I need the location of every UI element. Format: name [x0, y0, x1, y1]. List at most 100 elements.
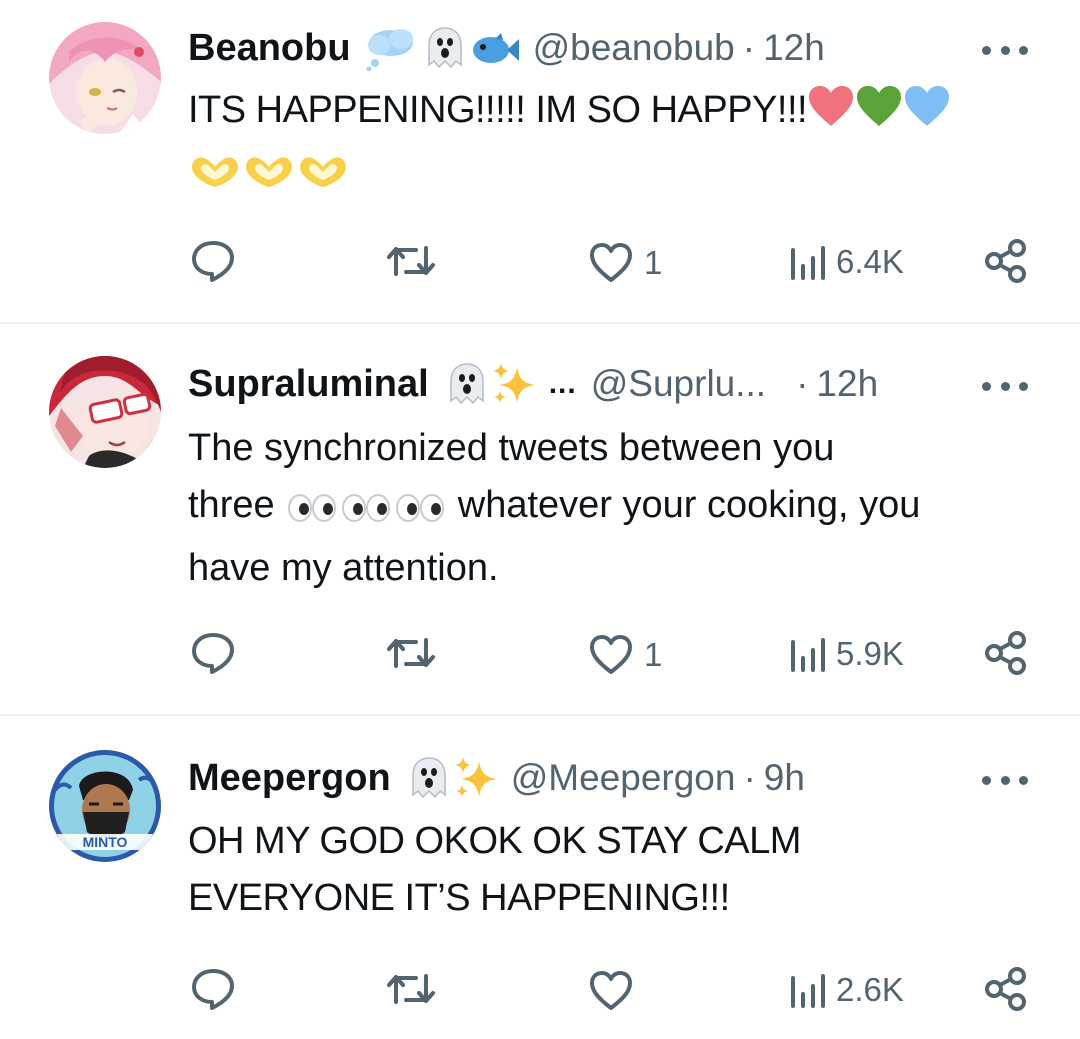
- views-count: 5.9K: [836, 635, 904, 672]
- blue-heart-emoji: [903, 84, 951, 145]
- retweet-icon: [386, 632, 436, 674]
- share-button[interactable]: [984, 966, 1028, 1012]
- more-dot-icon: [1019, 775, 1028, 785]
- retweet-button[interactable]: [386, 632, 446, 674]
- tweet-text: ITS HAPPENING!!!!! IM SO HAPPY!!!: [188, 82, 1048, 208]
- more-dot-icon: [982, 381, 991, 391]
- separator-dot: ·: [743, 757, 756, 798]
- more-dot-icon: [1019, 45, 1028, 55]
- sparkles-emoji: [453, 755, 499, 801]
- more-options-button[interactable]: [982, 366, 1028, 406]
- avatar-meepergon[interactable]: MINTO: [49, 750, 161, 862]
- more-dot-icon: [982, 775, 991, 785]
- tweet-text-line: The synchronized tweets between you: [188, 427, 835, 469]
- more-options-button[interactable]: [982, 760, 1028, 800]
- reply-icon: [190, 238, 236, 284]
- name-emojis: [443, 361, 537, 407]
- views-button[interactable]: 2.6K: [788, 970, 904, 1010]
- retweet-icon: [386, 240, 436, 282]
- name-emojis: [405, 755, 499, 801]
- more-dot-icon: [1000, 45, 1010, 55]
- more-dot-icon: [1000, 381, 1010, 391]
- tweet-meepergon[interactable]: MINTO Meepergon @Meepergon · 9h OH MY GO…: [0, 716, 1080, 1039]
- separator-dot: ·: [742, 27, 756, 68]
- timestamp[interactable]: 12h: [763, 27, 825, 69]
- reply-button[interactable]: [190, 966, 246, 1012]
- share-button[interactable]: [984, 630, 1028, 676]
- eyes-emoji: [285, 483, 339, 540]
- tweet-supraluminal[interactable]: Supraluminal ... @Suprlu... · 12h The sy…: [0, 324, 1080, 714]
- analytics-icon: [788, 634, 826, 674]
- avatar-beanobu[interactable]: [49, 22, 161, 134]
- retweet-button[interactable]: [386, 240, 446, 282]
- tweet-actions: 1 6.4K: [0, 232, 1080, 292]
- tweet-header: Beanobu @beanobub · 12h: [188, 20, 930, 76]
- tweet-header: Meepergon @Meepergon · 9h: [188, 750, 930, 806]
- like-button[interactable]: [588, 970, 644, 1012]
- ghost-emoji: [443, 361, 487, 407]
- tweet-text-line: whatever your cooking, you: [457, 484, 921, 526]
- reply-icon: [190, 630, 236, 676]
- tweet-text: The synchronized tweets between you thre…: [188, 420, 1048, 597]
- heart-icon: [588, 970, 634, 1012]
- handle[interactable]: @beanobub: [533, 27, 735, 69]
- tweet-text-line: EVERYONE IT’S HAPPENING!!!: [188, 877, 730, 919]
- cloud-emoji: [365, 25, 417, 71]
- heart-icon: [588, 242, 634, 284]
- retweet-button[interactable]: [386, 968, 446, 1010]
- name-emojis: [365, 25, 521, 71]
- heart-hands-emoji: [296, 151, 350, 208]
- more-dot-icon: [1000, 775, 1010, 785]
- heart-hands-emoji: [188, 151, 242, 208]
- views-count: 2.6K: [836, 971, 904, 1008]
- display-name[interactable]: Beanobu: [188, 27, 351, 70]
- reply-button[interactable]: [190, 630, 246, 676]
- reply-icon: [190, 966, 236, 1012]
- more-dot-icon: [1019, 381, 1028, 391]
- analytics-icon: [788, 242, 826, 282]
- tweet-text-line: have my attention.: [188, 547, 499, 589]
- red-heart-emoji: [807, 84, 855, 145]
- separator-dot: ·: [796, 363, 809, 404]
- retweet-icon: [386, 968, 436, 1010]
- ghost-emoji: [421, 25, 465, 71]
- handle[interactable]: @Meepergon: [511, 757, 736, 799]
- analytics-icon: [788, 970, 826, 1010]
- ghost-emoji: [405, 755, 449, 801]
- more-options-button[interactable]: [982, 30, 1028, 70]
- tweet-text-line: three: [188, 484, 275, 526]
- share-button[interactable]: [984, 238, 1028, 284]
- tweet-text-line: ITS HAPPENING!!!!! IM SO HAPPY!!!: [188, 89, 808, 131]
- fish-emoji: [469, 25, 521, 71]
- timestamp[interactable]: 9h: [764, 757, 805, 799]
- like-button[interactable]: 1: [588, 634, 662, 676]
- like-count: 1: [644, 636, 663, 673]
- views-button[interactable]: 5.9K: [788, 634, 904, 674]
- tweet-actions: 1 5.9K: [0, 624, 1080, 684]
- heart-hands-emoji: [242, 151, 296, 208]
- share-icon: [984, 630, 1028, 676]
- timestamp[interactable]: 12h: [816, 363, 878, 405]
- tweet-header: Supraluminal ... @Suprlu... · 12h: [188, 356, 930, 412]
- tweet-text-line: OH MY GOD OKOK OK STAY CALM: [188, 820, 801, 862]
- handle[interactable]: @Suprlu...: [591, 363, 766, 405]
- share-icon: [984, 238, 1028, 284]
- views-button[interactable]: 6.4K: [788, 242, 904, 282]
- display-name[interactable]: Supraluminal: [188, 363, 429, 406]
- display-name[interactable]: Meepergon: [188, 757, 391, 800]
- tweet-beanobu[interactable]: Beanobu @beanobub · 12h ITS HAPPENING!!!…: [0, 0, 1080, 322]
- share-icon: [984, 966, 1028, 1012]
- views-count: 6.4K: [836, 243, 904, 280]
- heart-icon: [588, 634, 634, 676]
- more-dot-icon: [982, 45, 991, 55]
- avatar-supraluminal[interactable]: [49, 356, 161, 468]
- green-heart-emoji: [855, 84, 903, 145]
- eyes-emoji: [393, 483, 447, 540]
- sparkles-emoji: [491, 361, 537, 407]
- tweet-text: OH MY GOD OKOK OK STAY CALM EVERYONE IT’…: [188, 813, 1048, 927]
- reply-button[interactable]: [190, 238, 246, 284]
- eyes-emoji: [339, 483, 393, 540]
- avatar-badge-text: MINTO: [83, 834, 128, 850]
- tweet-actions: 2.6K: [0, 960, 1080, 1020]
- like-button[interactable]: 1: [588, 242, 662, 284]
